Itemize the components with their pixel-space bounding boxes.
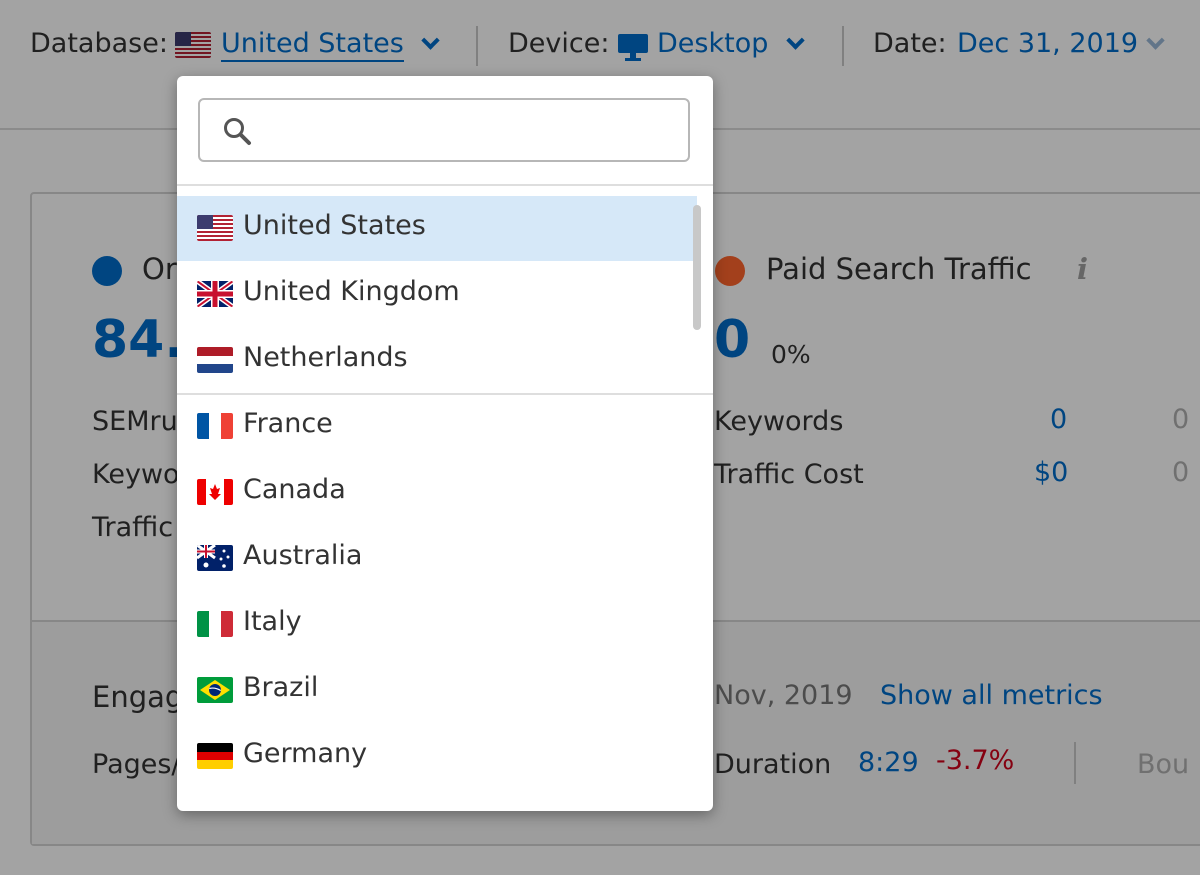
br-flag-icon [197,677,233,703]
database-dropdown: United States United Kingdom Netherlands… [177,76,713,811]
country-label: France [243,408,333,439]
nl-flag-icon [197,347,233,373]
country-label: Netherlands [243,342,408,373]
country-label: United States [243,210,426,241]
fr-flag-icon [197,413,233,439]
au-flag-icon [197,545,233,571]
search-input[interactable] [258,110,678,150]
country-option-united-states[interactable]: United States [177,196,697,261]
country-label: Brazil [243,672,319,703]
it-flag-icon [197,611,233,637]
country-label: Canada [243,474,346,505]
country-option-australia[interactable]: Australia [177,526,697,591]
country-option-france[interactable]: France [177,394,697,459]
country-label: United Kingdom [243,276,460,307]
country-option-brazil[interactable]: Brazil [177,658,697,723]
ca-flag-icon [197,479,233,505]
country-label: Italy [243,606,302,637]
uk-flag-icon [197,281,233,307]
country-option-italy[interactable]: Italy [177,592,697,657]
us-flag-icon [197,215,233,241]
country-label: Germany [243,738,368,769]
country-option-canada[interactable]: Canada [177,460,697,525]
search-field[interactable] [198,98,690,162]
country-option-netherlands[interactable]: Netherlands [177,328,697,393]
search-icon [222,116,252,150]
country-option-united-kingdom[interactable]: United Kingdom [177,262,697,327]
country-option-germany[interactable]: Germany [177,724,697,789]
country-label: Australia [243,540,363,571]
de-flag-icon [197,743,233,769]
divider [177,184,713,186]
dropdown-scrollbar[interactable] [693,205,701,330]
